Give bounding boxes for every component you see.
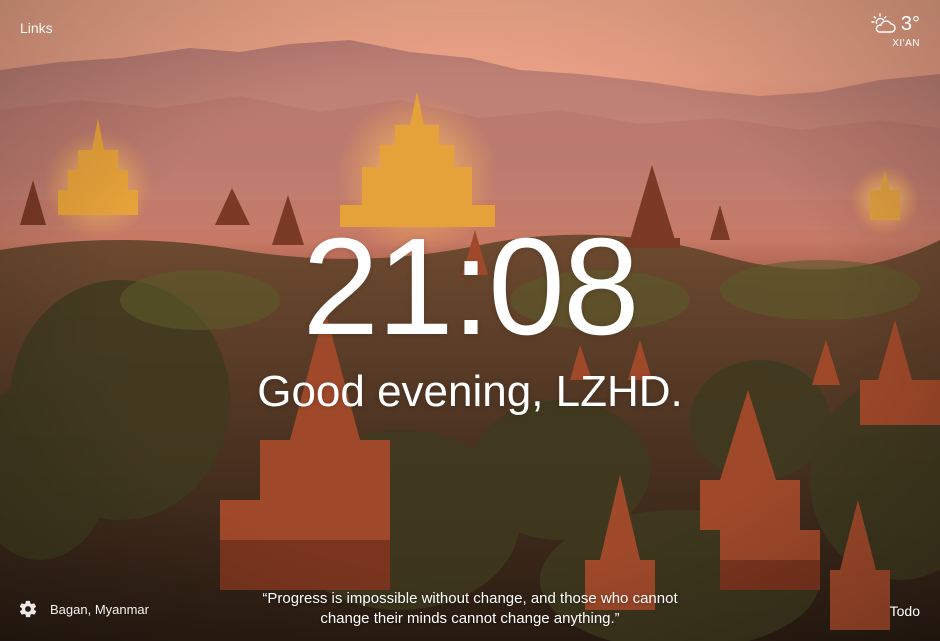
partly-cloudy-night-icon [871, 13, 897, 35]
gear-icon[interactable] [18, 599, 38, 619]
clock-time: 21:08 [302, 210, 639, 364]
bottom-left-bar: Bagan, Myanmar [18, 599, 149, 619]
greeting-text[interactable]: Good evening, LZHD. [0, 366, 940, 418]
weather-location: XI'AN [892, 38, 920, 49]
todo-button[interactable]: Todo [890, 603, 920, 619]
photo-location[interactable]: Bagan, Myanmar [50, 602, 149, 617]
daily-quote[interactable]: “Progress is impossible without change, … [230, 589, 710, 629]
quote-line-2: change their minds cannot change anythin… [320, 610, 620, 627]
center-panel: 21:08 Good evening, LZHD. [0, 210, 940, 418]
weather-row: 3° [871, 12, 920, 36]
temperature: 3° [900, 13, 920, 35]
quote-line-1: “Progress is impossible without change, … [262, 590, 678, 607]
weather-widget[interactable]: 3° XI'AN [871, 12, 920, 49]
links-button[interactable]: Links [20, 20, 53, 36]
top-left-bar: Links [20, 20, 53, 36]
